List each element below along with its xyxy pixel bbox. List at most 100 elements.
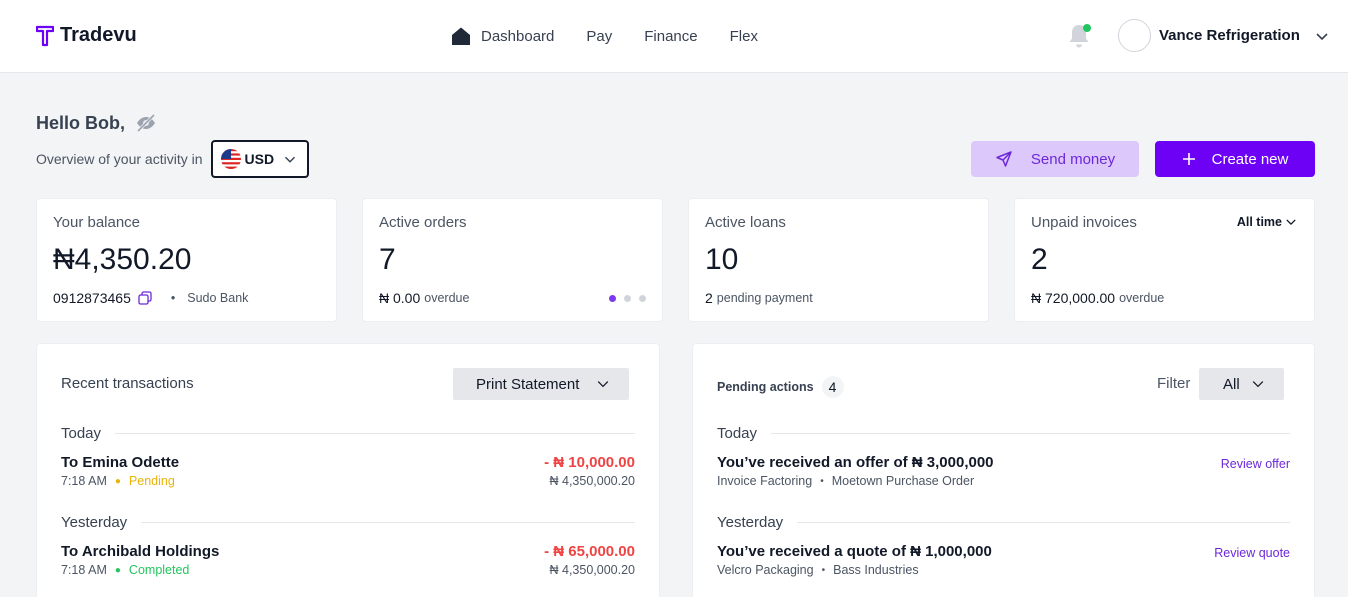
orders-card[interactable]: Active orders 7 ₦ 0.00 overdue: [362, 198, 663, 322]
nav-item-finance[interactable]: Finance: [644, 28, 697, 45]
transaction-row[interactable]: To Emina Odette 7:18 AM ● Pending - ₦ 10…: [61, 454, 635, 490]
chevron-down-icon: [284, 156, 295, 163]
action-type: Invoice Factoring: [717, 474, 813, 488]
section-header: Today: [717, 425, 1290, 442]
profile-name: Vance Refrigeration: [1159, 27, 1300, 44]
transaction-balance: ₦ 4,350,000.20: [549, 563, 636, 577]
carousel-dots: [609, 295, 646, 302]
separator-dot: •: [170, 291, 176, 305]
avatar: [1118, 19, 1151, 52]
section-header: Yesterday: [717, 514, 1290, 531]
period-label: All time: [1236, 215, 1282, 229]
send-money-button[interactable]: Send money: [971, 141, 1139, 177]
card-label: Active orders: [379, 214, 467, 231]
status-badge: Completed: [128, 563, 190, 577]
balance-value: ₦4,350.20: [53, 243, 192, 276]
section-header: Today: [61, 425, 635, 442]
balance-card: Your balance ₦4,350.20 0912873465 • Sudo…: [36, 198, 337, 322]
action-title: You’ve received a quote of ₦ 1,000,000: [717, 543, 992, 560]
send-money-label: Send money: [1030, 150, 1116, 168]
copy-icon[interactable]: [137, 290, 153, 306]
notification-dot: [1083, 24, 1091, 32]
nav-item-pay[interactable]: Pay: [586, 28, 612, 45]
section-header: Yesterday: [61, 514, 635, 531]
nav-item-label: Flex: [729, 27, 758, 45]
eye-off-icon[interactable]: [135, 112, 157, 134]
nav-item-label: Finance: [644, 27, 698, 45]
nav-item-label: Dashboard: [481, 27, 555, 45]
carousel-dot[interactable]: [609, 295, 616, 302]
us-flag-icon: [220, 149, 241, 169]
pending-actions-panel: Pending actions 4 Filter All Today You’v…: [692, 343, 1315, 597]
section-label: Today: [61, 425, 102, 442]
chevron-down-icon: [1286, 219, 1296, 225]
overview: Overview of your activity in USD: [36, 140, 309, 178]
brand-name: Tradevu: [60, 24, 137, 46]
action-source: Bass Industries: [833, 563, 919, 577]
loans-pending: 2 pending payment: [705, 290, 813, 306]
plus-icon: [1182, 153, 1195, 165]
send-icon: [996, 151, 1012, 167]
period-select[interactable]: All time: [1237, 215, 1298, 229]
chevron-down-icon: [597, 381, 609, 388]
invoices-card[interactable]: Unpaid invoices All time 2 ₦ 720,000.00 …: [1014, 198, 1315, 322]
filter-select[interactable]: All: [1199, 368, 1284, 400]
greeting: Hello Bob,: [36, 112, 157, 134]
bank-name: Sudo Bank: [187, 291, 249, 305]
overview-label: Overview of your activity in: [36, 151, 203, 167]
transaction-balance: ₦ 4,350,000.20: [549, 474, 636, 488]
top-bar: Tradevu Dashboard Pay Finance Flex Vance…: [0, 0, 1348, 73]
loans-card[interactable]: Active loans 10 2 pending payment: [688, 198, 989, 322]
review-quote-link[interactable]: Review quote: [1214, 546, 1290, 560]
chevron-down-icon: [1252, 381, 1264, 388]
recent-transactions-panel: Recent transactions Print Statement Toda…: [36, 343, 660, 597]
transaction-meta: 7:18 AM ● Pending: [61, 474, 175, 488]
create-new-label: Create new: [1211, 150, 1289, 168]
print-statement-button[interactable]: Print Statement: [453, 368, 629, 400]
carousel-dot[interactable]: [639, 295, 646, 302]
create-new-button[interactable]: Create new: [1155, 141, 1315, 177]
transaction-title: To Emina Odette: [61, 454, 180, 471]
card-label: Your balance: [53, 214, 141, 231]
currency-select[interactable]: USD: [210, 140, 309, 178]
review-offer-link[interactable]: Review offer: [1221, 457, 1290, 471]
brand-logo[interactable]: Tradevu: [36, 24, 137, 47]
profile-menu[interactable]: Vance Refrigeration: [1118, 19, 1332, 52]
transaction-amount: - ₦ 10,000.00: [544, 454, 635, 471]
status-dot: ●: [114, 475, 121, 487]
panel-title: Pending actions 4: [717, 376, 844, 398]
nav-item-flex[interactable]: Flex: [730, 28, 758, 45]
home-icon: [452, 27, 470, 45]
count-badge: 4: [821, 376, 844, 398]
action-type: Velcro Packaging: [717, 563, 814, 577]
pending-count: 2: [705, 290, 713, 306]
carousel-dot[interactable]: [624, 295, 631, 302]
nav-item-dashboard[interactable]: Dashboard: [451, 26, 554, 46]
section-label: Yesterday: [717, 514, 784, 531]
divider: [141, 522, 635, 523]
pending-label: pending payment: [716, 291, 813, 305]
transaction-time: 7:18 AM: [61, 563, 107, 577]
section-label: Today: [717, 425, 758, 442]
account-info: 0912873465 • Sudo Bank: [53, 290, 248, 306]
status-dot: ●: [114, 564, 121, 576]
main-nav: Dashboard Pay Finance Flex: [451, 26, 758, 46]
divider: [115, 433, 635, 434]
status-badge: Pending: [128, 474, 175, 488]
transaction-amount: - ₦ 65,000.00: [544, 543, 635, 560]
pending-actions-title: Pending actions: [717, 380, 814, 394]
card-label: Active loans: [705, 214, 786, 231]
separator-dot: •: [820, 475, 824, 487]
currency-code: USD: [244, 151, 275, 167]
action-source: Moetown Purchase Order: [831, 474, 975, 488]
transaction-time: 7:18 AM: [61, 474, 107, 488]
action-title: You’ve received an offer of ₦ 3,000,000: [717, 454, 994, 471]
overdue-label: overdue: [1119, 291, 1165, 305]
nav-item-label: Pay: [586, 27, 613, 45]
transaction-title: To Archibald Holdings: [61, 543, 220, 560]
section-label: Yesterday: [61, 514, 128, 531]
separator-dot: •: [821, 564, 826, 576]
transaction-row[interactable]: To Archibald Holdings 7:18 AM ● Complete…: [61, 543, 635, 579]
divider: [797, 522, 1290, 523]
overdue-label: overdue: [424, 291, 470, 305]
